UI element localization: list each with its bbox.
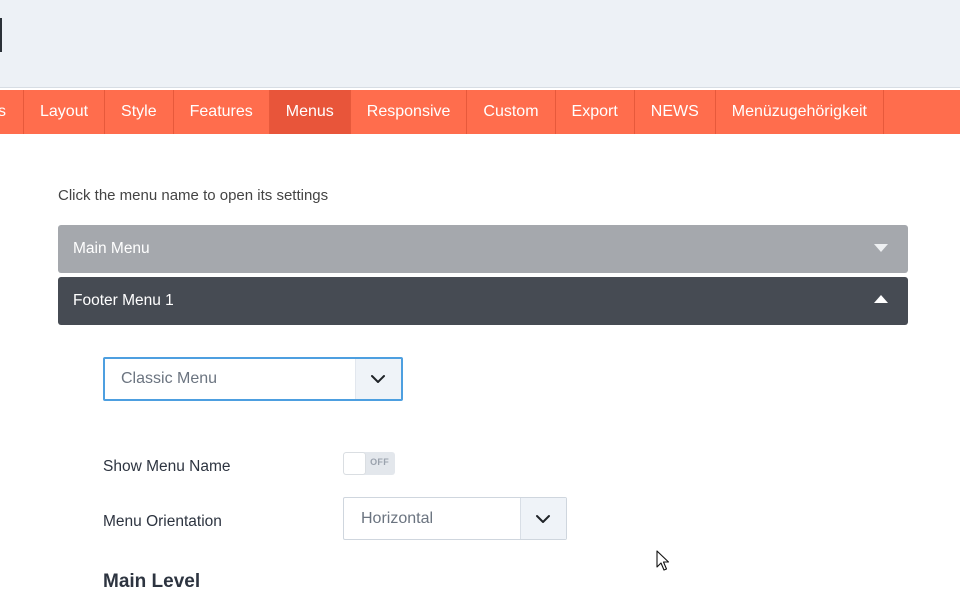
toggle-state-text: OFF (370, 457, 389, 467)
caret-up-icon (874, 295, 888, 303)
main-tab-bar: s Layout Style Features Menus Responsive… (0, 90, 960, 134)
menu-type-value: Classic Menu (121, 370, 218, 387)
show-menu-name-toggle[interactable]: OFF (343, 452, 395, 475)
main-menu-accordion[interactable]: Main Menu (58, 225, 908, 273)
menu-orientation-select[interactable]: Horizontal (343, 497, 567, 540)
chevron-down-icon (536, 515, 550, 523)
tab-truncated[interactable]: s (0, 90, 24, 134)
caret-down-icon (874, 244, 888, 252)
orientation-dropdown-button[interactable] (520, 498, 566, 539)
tab-menu-assignment[interactable]: Menüzugehörigkeit (716, 90, 884, 134)
menu-orientation-label: Menu Orientation (103, 513, 222, 530)
footer-menu-title: Footer Menu 1 (73, 292, 174, 309)
tab-style[interactable]: Style (105, 90, 174, 134)
tab-layout[interactable]: Layout (24, 90, 106, 134)
chevron-down-icon (371, 375, 385, 383)
toggle-knob (344, 453, 365, 474)
main-menu-title: Main Menu (73, 240, 150, 257)
tab-export[interactable]: Export (556, 90, 635, 134)
top-header-band (0, 0, 960, 88)
menu-type-select[interactable]: Classic Menu (103, 357, 403, 401)
show-menu-name-label: Show Menu Name (103, 458, 231, 475)
mouse-pointer-icon (656, 550, 670, 571)
menus-hint-text: Click the menu name to open its settings (58, 187, 329, 204)
menu-orientation-value: Horizontal (361, 510, 434, 527)
tab-responsive[interactable]: Responsive (351, 90, 468, 134)
menu-type-dropdown-button[interactable] (355, 359, 401, 399)
tab-news[interactable]: NEWS (635, 90, 716, 134)
header-edge-fragment (0, 18, 2, 52)
main-level-heading: Main Level (103, 571, 201, 592)
tab-custom[interactable]: Custom (467, 90, 556, 134)
footer-menu-accordion[interactable]: Footer Menu 1 (58, 277, 908, 325)
tab-menus[interactable]: Menus (269, 90, 351, 134)
tab-features[interactable]: Features (174, 90, 270, 134)
